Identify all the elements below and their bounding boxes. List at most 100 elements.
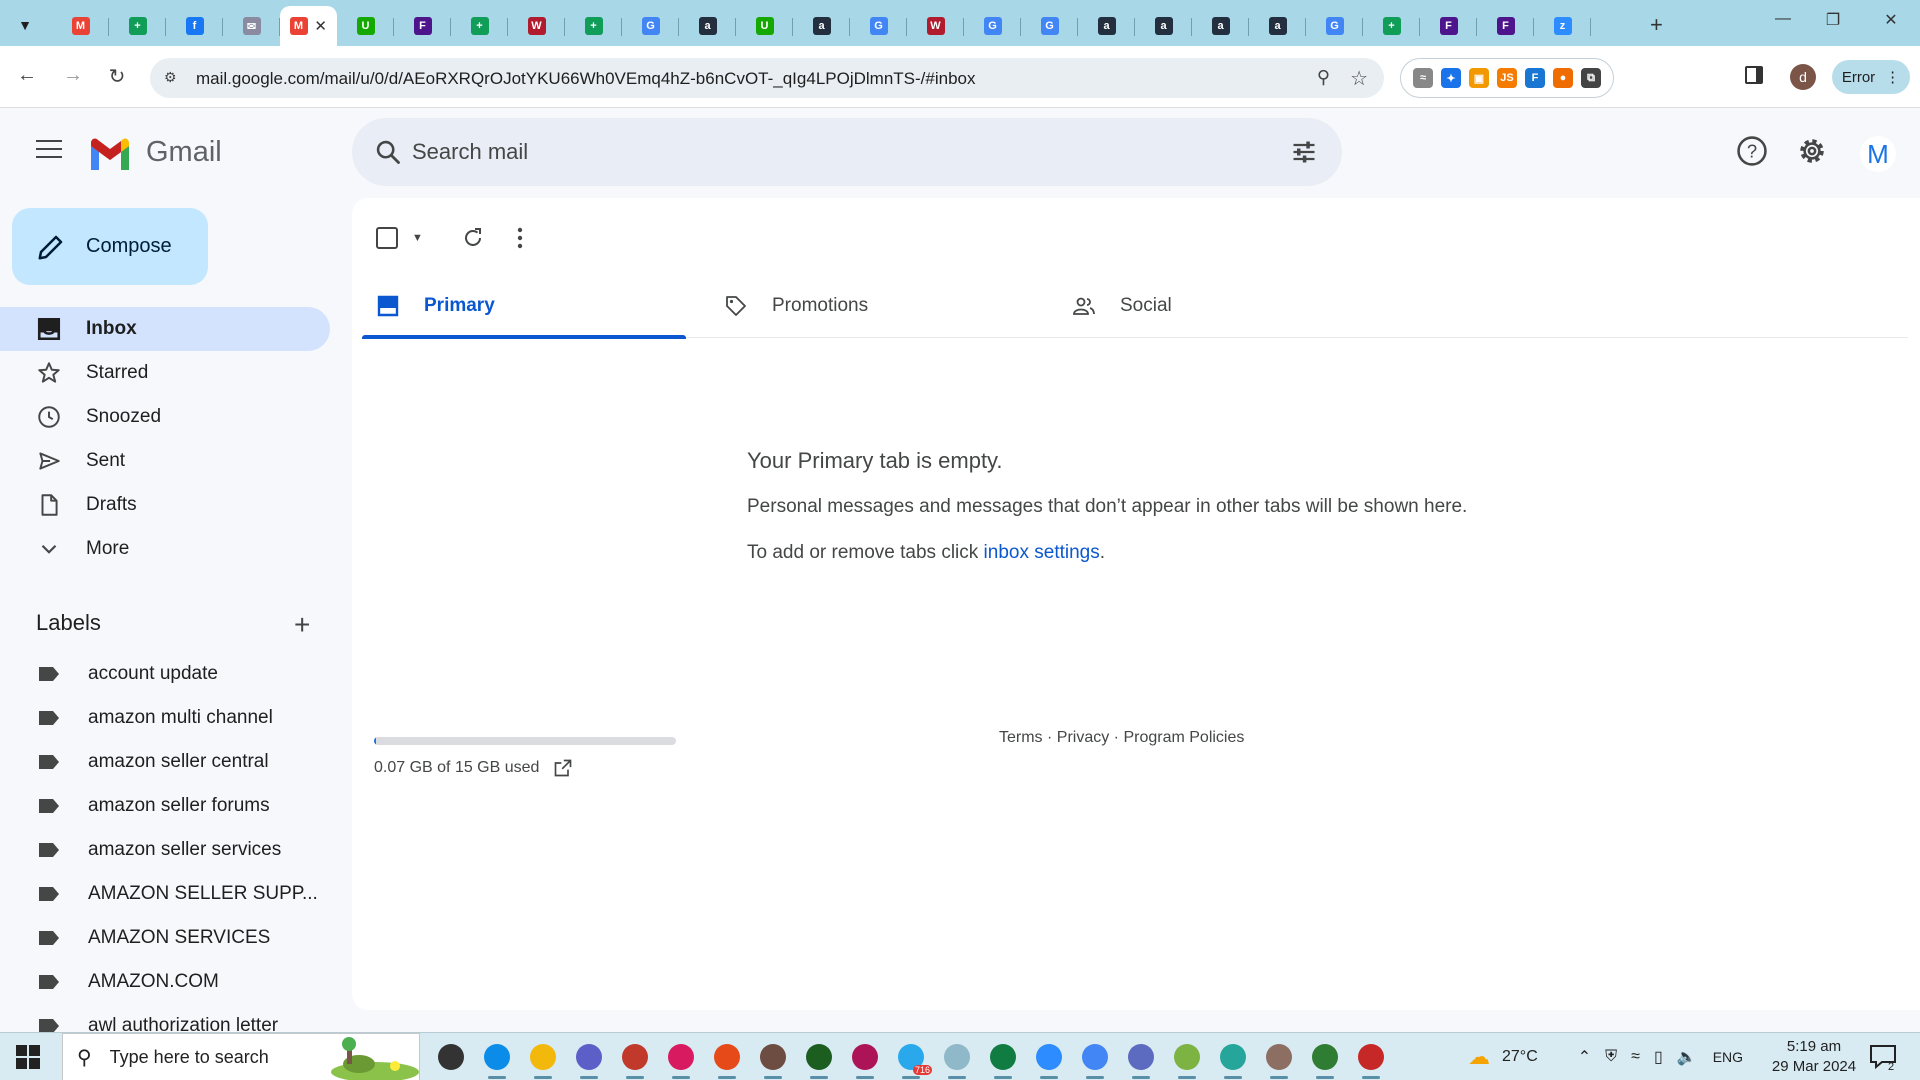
- label-item[interactable]: amazon seller services: [0, 828, 330, 872]
- browser-tab[interactable]: a: [1192, 6, 1249, 46]
- chrome-profile-p2-icon[interactable]: [1168, 1039, 1206, 1079]
- compose-button[interactable]: Compose: [12, 208, 208, 285]
- more-options-kebab-icon[interactable]: [517, 227, 523, 249]
- browser-tab[interactable]: W: [907, 6, 964, 46]
- browser-tab[interactable]: a: [1135, 6, 1192, 46]
- system-clock[interactable]: 5:19 am 29 Mar 2024: [1764, 1037, 1864, 1077]
- select-all-checkbox[interactable]: [376, 227, 398, 249]
- label-item[interactable]: amazon seller central: [0, 740, 330, 784]
- browser-tab[interactable]: F: [1420, 6, 1477, 46]
- settings-gear-icon[interactable]: [1795, 134, 1829, 168]
- label-item[interactable]: AMAZON.COM: [0, 960, 330, 1004]
- site-info-icon[interactable]: ⚙: [164, 69, 177, 86]
- browser-tab[interactable]: W: [508, 6, 565, 46]
- nav-item-sent[interactable]: Sent: [0, 439, 330, 483]
- browser-tab[interactable]: a: [1249, 6, 1306, 46]
- chrome-icon[interactable]: [1076, 1039, 1114, 1079]
- notification-center-icon[interactable]: 2: [1868, 1043, 1898, 1071]
- extension-3-icon[interactable]: ▣: [1469, 68, 1489, 88]
- snipping-tool-icon[interactable]: [570, 1039, 608, 1079]
- label-item[interactable]: AMAZON SERVICES: [0, 916, 330, 960]
- browser-tab[interactable]: G: [964, 6, 1021, 46]
- browser-tab[interactable]: +: [109, 6, 166, 46]
- puzzle-icon[interactable]: ⧉: [1581, 68, 1601, 88]
- select-dropdown-caret-icon[interactable]: ▼: [412, 232, 423, 244]
- browser-tab[interactable]: a: [793, 6, 850, 46]
- battery-icon[interactable]: ▯: [1654, 1047, 1663, 1067]
- search-icon[interactable]: [374, 138, 402, 166]
- label-item[interactable]: account update: [0, 652, 330, 696]
- browser-tab[interactable]: F: [394, 6, 451, 46]
- chrome-profile-a-icon[interactable]: [846, 1039, 884, 1079]
- tab-promotions[interactable]: Promotions: [710, 274, 1034, 338]
- minimize-icon[interactable]: —: [1760, 10, 1806, 28]
- browser-tab[interactable]: U: [736, 6, 793, 46]
- telegram-icon[interactable]: 716: [892, 1039, 932, 1079]
- inbox-settings-link[interactable]: inbox settings: [984, 542, 1100, 563]
- extension-2-icon[interactable]: ✦: [1441, 68, 1461, 88]
- address-bar[interactable]: ⚙ mail.google.com/mail/u/0/d/AEoRXRQrOJo…: [150, 58, 1384, 98]
- zoom-icon[interactable]: [1030, 1039, 1068, 1079]
- tab-social[interactable]: Social: [1058, 274, 1358, 338]
- browser-tab[interactable]: G: [622, 6, 679, 46]
- label-item[interactable]: AMAZON SELLER SUPP...: [0, 872, 330, 916]
- chrome-profile-c-icon[interactable]: [1352, 1039, 1390, 1079]
- side-panel-icon[interactable]: [1745, 66, 1763, 84]
- chrome-profile-3-icon[interactable]: [708, 1039, 746, 1079]
- browser-tab[interactable]: F: [1477, 6, 1534, 46]
- open-in-new-icon[interactable]: [553, 758, 573, 778]
- volume-icon[interactable]: 🔈: [1677, 1047, 1697, 1067]
- label-item[interactable]: amazon multi channel: [0, 696, 330, 740]
- notes-app-icon[interactable]: [938, 1039, 976, 1079]
- extension-fba-icon[interactable]: F: [1525, 68, 1545, 88]
- privacy-link[interactable]: Privacy: [1057, 729, 1109, 746]
- program-policies-link[interactable]: Program Policies: [1123, 729, 1244, 746]
- refresh-icon[interactable]: [461, 226, 485, 250]
- chrome-profile-d-icon[interactable]: [616, 1039, 654, 1079]
- close-tab-icon[interactable]: ✕: [314, 17, 327, 35]
- add-label-plus-icon[interactable]: +: [294, 609, 310, 641]
- chrome-profile-rc-icon[interactable]: [754, 1039, 792, 1079]
- help-icon[interactable]: ?: [1735, 134, 1769, 168]
- task-view-icon[interactable]: [432, 1039, 470, 1075]
- tab-primary[interactable]: Primary: [362, 274, 686, 339]
- gmail-logo-icon[interactable]: [88, 138, 132, 170]
- extension-6-icon[interactable]: ●: [1553, 68, 1573, 88]
- wifi-icon[interactable]: ≈: [1631, 1048, 1640, 1066]
- browser-tab[interactable]: a: [679, 6, 736, 46]
- browser-tab[interactable]: z: [1534, 6, 1591, 46]
- weather-widget[interactable]: ☁ 27°C: [1468, 1044, 1538, 1070]
- excel-icon[interactable]: [984, 1039, 1022, 1079]
- nav-item-starred[interactable]: Starred: [0, 351, 330, 395]
- main-menu-hamburger-icon[interactable]: [36, 140, 62, 160]
- browser-tab[interactable]: f: [166, 6, 223, 46]
- search-options-tune-icon[interactable]: [1290, 138, 1318, 166]
- reload-icon[interactable]: ↻: [102, 64, 132, 89]
- browser-tab[interactable]: a: [1078, 6, 1135, 46]
- browser-tab[interactable]: G: [1306, 6, 1363, 46]
- new-tab-plus-icon[interactable]: +: [1650, 12, 1663, 38]
- nav-item-inbox[interactable]: Inbox: [0, 307, 330, 351]
- restore-icon[interactable]: ❐: [1810, 10, 1856, 30]
- chrome-profile-d2-icon[interactable]: [662, 1039, 700, 1079]
- error-button[interactable]: Error ⋮: [1832, 60, 1910, 94]
- browser-tab-active[interactable]: M ✕: [280, 6, 337, 46]
- chrome-profile-p4-icon[interactable]: [1260, 1039, 1298, 1079]
- close-window-icon[interactable]: ✕: [1868, 10, 1914, 30]
- browser-tab[interactable]: +: [565, 6, 622, 46]
- tray-chevron-up-icon[interactable]: ⌃: [1578, 1047, 1591, 1067]
- browser-tab[interactable]: U: [337, 6, 394, 46]
- browser-tab[interactable]: +: [451, 6, 508, 46]
- nav-item-drafts[interactable]: Drafts: [0, 483, 330, 527]
- chrome-profile-p3-icon[interactable]: [1214, 1039, 1252, 1079]
- browser-tab[interactable]: ✉: [223, 6, 280, 46]
- file-explorer-icon[interactable]: [524, 1039, 562, 1079]
- account-avatar[interactable]: M: [1860, 136, 1896, 172]
- extension-1-icon[interactable]: ≈: [1413, 68, 1433, 88]
- browser-tab[interactable]: G: [850, 6, 907, 46]
- label-item[interactable]: amazon seller forums: [0, 784, 330, 828]
- browser-tab[interactable]: M: [52, 6, 109, 46]
- forward-arrow-icon[interactable]: →: [58, 64, 88, 87]
- browser-tab[interactable]: +: [1363, 6, 1420, 46]
- nav-item-more[interactable]: More: [0, 527, 330, 571]
